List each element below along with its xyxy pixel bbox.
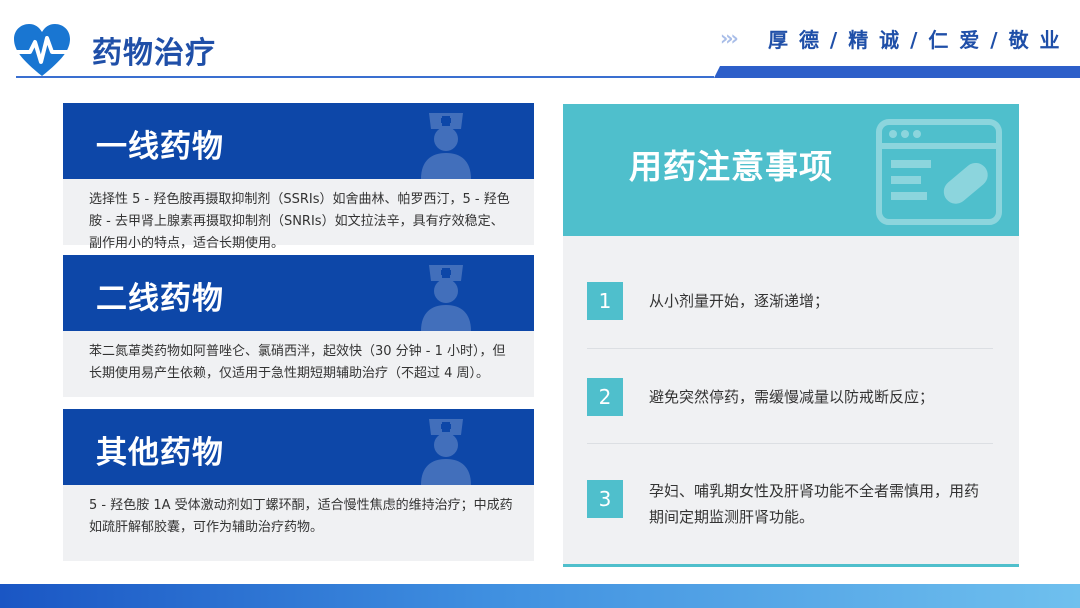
heart-pulse-icon — [14, 24, 70, 76]
item-number: 3 — [587, 480, 623, 518]
card-header: 二线药物 — [63, 255, 534, 331]
precautions-panel: 用药注意事项 1 从小剂量开始，逐渐递增； 2 避免突然停药，需缓慢减量以防戒断… — [563, 104, 1019, 567]
chevron-right-icon: ››› — [720, 26, 739, 50]
panel-header: 用药注意事项 — [563, 104, 1019, 236]
item-number: 1 — [587, 282, 623, 320]
card-first-line-drugs: 一线药物 选择性 5 - 羟色胺再摄取抑制剂（SSRIs）如舍曲林、帕罗西汀，5… — [63, 103, 534, 251]
item-number: 2 — [587, 378, 623, 416]
card-body: 5 - 羟色胺 1A 受体激动剂如丁螺环酮，适合慢性焦虑的维持治疗；中成药如疏肝… — [63, 485, 534, 561]
header-divider — [16, 76, 714, 78]
item-text: 孕妇、哺乳期女性及肝肾功能不全者需慎用，用药期间定期监测肝肾功能。 — [649, 482, 980, 526]
card-title: 一线药物 — [96, 129, 224, 165]
card-body: 选择性 5 - 羟色胺再摄取抑制剂（SSRIs）如舍曲林、帕罗西汀，5 - 羟色… — [63, 179, 534, 251]
panel-title: 用药注意事项 — [629, 147, 833, 186]
slogan: 厚 德 / 精 诚 / 仁 爱 / 敬 业 — [768, 28, 1062, 52]
card-second-line-drugs: 二线药物 苯二氮䓬类药物如阿普唑仑、氯硝西泮，起效快（30 分钟 - 1 小时）… — [63, 255, 534, 397]
item-text: 从小剂量开始，逐渐递增； — [649, 292, 830, 310]
nurse-icon — [421, 419, 471, 485]
item-text: 避免突然停药，需缓慢减量以防戒断反应； — [649, 388, 935, 406]
card-header: 一线药物 — [63, 103, 534, 179]
medicine-window-icon — [876, 119, 1002, 225]
page-title: 药物治疗 — [92, 36, 216, 71]
card-title: 其他药物 — [96, 435, 224, 471]
nurse-icon — [421, 113, 471, 179]
header-accent-bar — [714, 66, 1080, 78]
nurse-icon — [421, 265, 471, 331]
card-other-drugs: 其他药物 5 - 羟色胺 1A 受体激动剂如丁螺环酮，适合慢性焦虑的维持治疗；中… — [63, 409, 534, 561]
divider — [587, 443, 993, 444]
card-header: 其他药物 — [63, 409, 534, 485]
card-body: 苯二氮䓬类药物如阿普唑仑、氯硝西泮，起效快（30 分钟 - 1 小时），但长期使… — [63, 331, 534, 397]
footer-bar — [0, 584, 1080, 608]
divider — [587, 348, 993, 349]
card-title: 二线药物 — [96, 281, 224, 317]
